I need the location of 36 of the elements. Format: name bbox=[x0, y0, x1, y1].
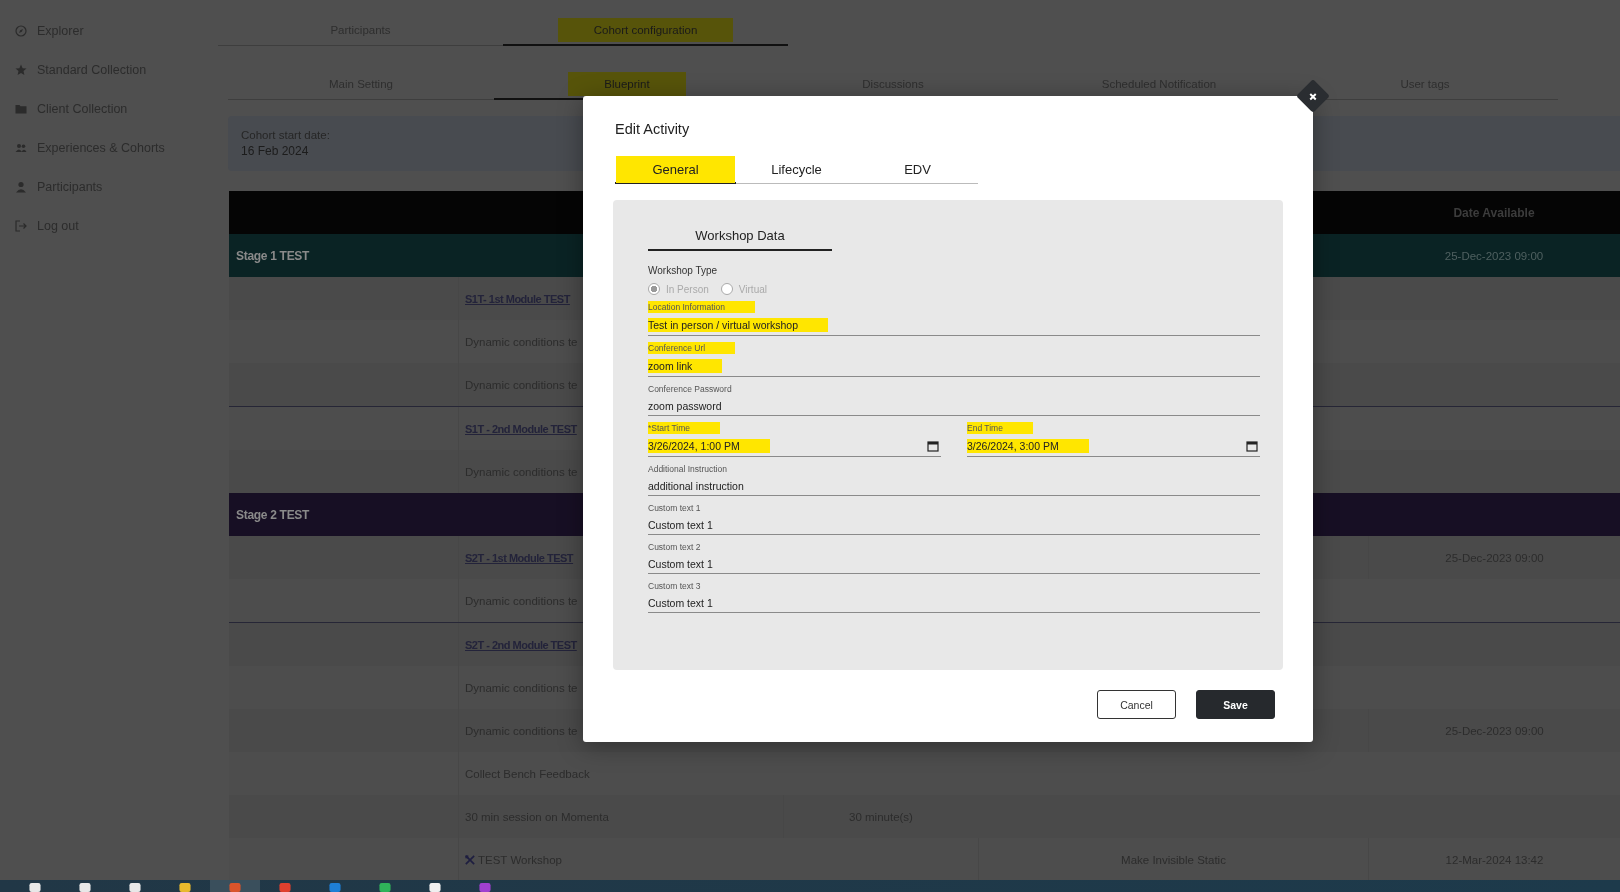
taskbar-icon[interactable] bbox=[127, 882, 143, 892]
compass-icon bbox=[15, 24, 27, 37]
input-field[interactable]: Custom text 1 Custom text 1 bbox=[648, 502, 1260, 535]
stage-label: Stage 1 TEST bbox=[235, 248, 311, 263]
people-icon bbox=[15, 141, 27, 154]
taskbar-icon[interactable] bbox=[77, 882, 93, 892]
calendar-icon[interactable] bbox=[927, 440, 939, 452]
cancel-button[interactable]: Cancel bbox=[1097, 690, 1176, 719]
table-cell-text: 25-Dec-2023 09:00 bbox=[1443, 249, 1545, 262]
folder-icon bbox=[15, 102, 27, 115]
dialog-title: Edit Activity bbox=[615, 121, 691, 137]
tab[interactable]: General bbox=[615, 157, 736, 184]
stage-label: Stage 2 TEST bbox=[235, 507, 311, 522]
field-label: Workshop Type bbox=[648, 265, 719, 276]
tab[interactable]: Cohort configuration bbox=[503, 16, 788, 46]
tab[interactable]: EDV bbox=[857, 157, 978, 184]
input-field[interactable]: Conference Password zoom password bbox=[648, 383, 1260, 416]
input-field[interactable]: *Start Time 3/26/2024, 1:00 PM bbox=[648, 422, 941, 457]
calendar-icon[interactable] bbox=[1246, 440, 1258, 452]
tools-icon bbox=[465, 854, 475, 865]
input-field[interactable]: Conference Url zoom link bbox=[648, 342, 1260, 377]
taskbar-icon[interactable] bbox=[27, 882, 43, 892]
star-icon bbox=[15, 63, 27, 76]
input-field[interactable]: Custom text 2 Custom text 1 bbox=[648, 541, 1260, 574]
input-field[interactable]: End Time 3/26/2024, 3:00 PM bbox=[967, 422, 1260, 457]
input-field[interactable]: Additional Instruction additional instruction bbox=[648, 463, 1260, 496]
tab[interactable]: Lifecycle bbox=[736, 157, 857, 184]
taskbar-icon[interactable] bbox=[177, 882, 193, 892]
section-tab[interactable]: Workshop Data bbox=[648, 228, 832, 251]
logout-icon bbox=[15, 219, 27, 232]
taskbar-icon[interactable] bbox=[427, 882, 443, 892]
save-button[interactable]: Save bbox=[1196, 690, 1275, 719]
input-field[interactable]: Custom text 3 Custom text 1 bbox=[648, 580, 1260, 613]
taskbar-icon[interactable] bbox=[377, 882, 393, 892]
input-field[interactable]: Location Information Test in person / virtual workshop bbox=[648, 301, 1260, 336]
person-icon bbox=[15, 180, 27, 193]
